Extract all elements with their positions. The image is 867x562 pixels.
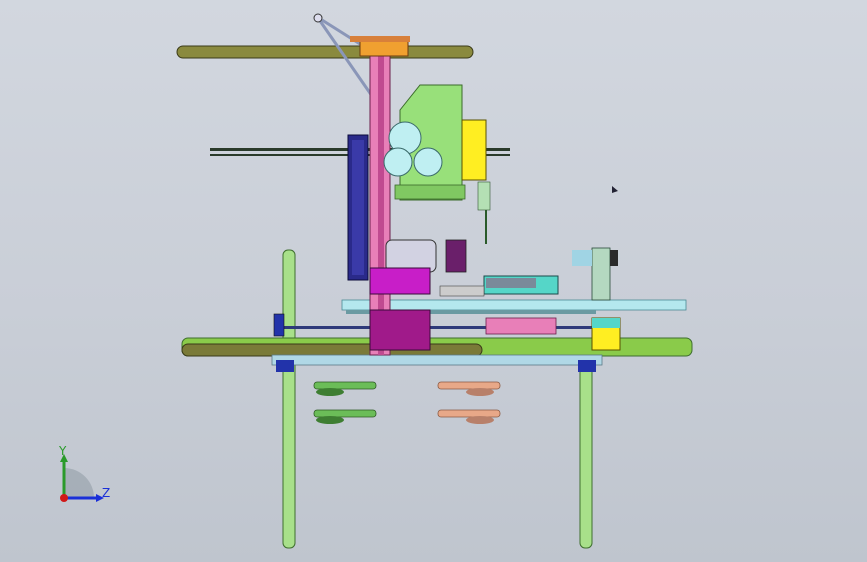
y-axis-label: Y xyxy=(59,444,67,458)
spindle-head[interactable] xyxy=(383,84,466,201)
yellow-motor-housing[interactable] xyxy=(461,119,491,244)
cyan-carriage[interactable] xyxy=(439,247,618,301)
z-axis-label: Z xyxy=(102,486,111,500)
blue-motor[interactable] xyxy=(347,134,369,281)
lower-flanges[interactable] xyxy=(313,381,501,424)
cad-viewport[interactable]: Y Z xyxy=(0,0,867,562)
triad-origin xyxy=(60,494,68,502)
frame-legs[interactable] xyxy=(282,249,593,549)
cad-assembly-model[interactable] xyxy=(0,0,867,562)
model-marker xyxy=(612,186,618,193)
triad-plane xyxy=(64,468,94,498)
